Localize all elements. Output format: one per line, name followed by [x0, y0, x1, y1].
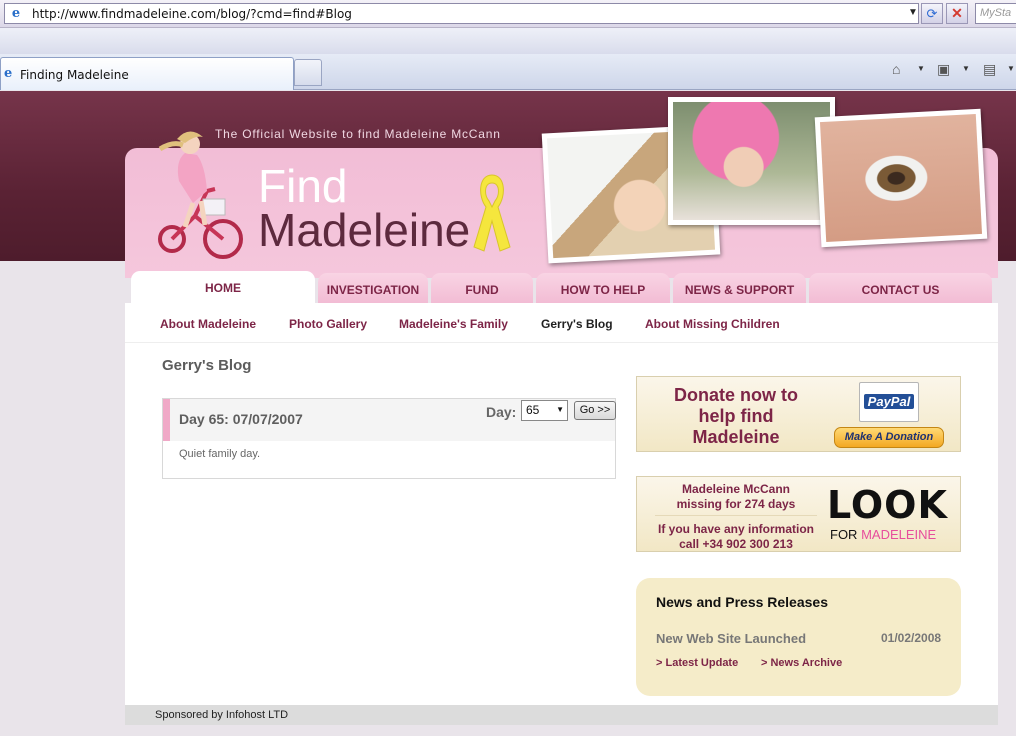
chevron-down-icon[interactable]: ▼	[962, 64, 970, 73]
look-sub-name: MADELEINE	[861, 527, 937, 542]
tab-title: Finding Madeleine	[20, 68, 129, 82]
day-label: Day:	[486, 404, 517, 420]
sub-nav-photo-gallery[interactable]: Photo Gallery	[289, 317, 367, 331]
missing-text: Madeleine McCann missing for 274 days	[651, 482, 821, 512]
make-donation-button[interactable]: Make A Donation	[834, 427, 944, 448]
print-icon[interactable]: ▤	[983, 61, 996, 78]
chevron-down-icon: ▼	[556, 405, 564, 414]
sub-nav-family[interactable]: Madeleine's Family	[399, 317, 508, 331]
news-title: News and Press Releases	[656, 594, 828, 610]
news-item[interactable]: New Web Site Launched	[656, 631, 806, 646]
chevron-down-icon[interactable]: ▼	[917, 64, 925, 73]
address-url[interactable]: http://www.findmadeleine.com/blog/?cmd=f…	[32, 7, 352, 21]
new-tab-button[interactable]	[294, 59, 322, 86]
look-logo-subtitle: FOR MADELEINE	[830, 527, 936, 542]
photo-madeleine-eye	[814, 108, 988, 248]
girl-on-bike-illustration	[158, 131, 243, 259]
news-panel: News and Press Releases New Web Site Lau…	[636, 578, 961, 696]
logo-find: Find	[258, 160, 348, 212]
tab-bar: e Finding Madeleine ⌂ ▼ ▣ ▼ ▤ ▼	[0, 54, 1016, 90]
chevron-down-icon[interactable]: ▼	[1007, 64, 1015, 73]
photo-madeleine-pink-hat	[668, 97, 835, 225]
tagline: The Official Website to find Madeleine M…	[215, 127, 501, 141]
sponsor-text: Sponsored by Infohost LTD	[155, 709, 289, 721]
day-select[interactable]: 65 ▼	[521, 400, 568, 421]
tab-investigation[interactable]: INVESTIGATION	[318, 273, 428, 303]
stop-button[interactable]: ✕	[946, 3, 968, 24]
paypal-logo: PayPal	[859, 382, 919, 422]
address-bar: e http://www.findmadeleine.com/blog/?cmd…	[0, 0, 1016, 28]
missing-line-2: missing for 274 days	[676, 497, 796, 511]
home-icon[interactable]: ⌂	[892, 61, 900, 77]
donate-line-1: Donate now to	[674, 385, 798, 405]
sub-nav-missing-children[interactable]: About Missing Children	[645, 317, 780, 331]
refresh-icon: ⟳	[926, 6, 938, 21]
look-for-madeleine-banner[interactable]: Madeleine McCann missing for 274 days If…	[636, 476, 961, 552]
sub-nav-gerrys-blog[interactable]: Gerry's Blog	[541, 317, 613, 331]
missing-line-1: Madeleine McCann	[681, 482, 791, 496]
info-line-2: call +34 902 300 213	[679, 537, 793, 551]
refresh-button[interactable]: ⟳	[921, 3, 943, 24]
main-nav: HOME INVESTIGATION FUND HOW TO HELP NEWS…	[125, 271, 998, 303]
tab-home[interactable]: HOME	[131, 271, 315, 303]
news-archive-link[interactable]: > News Archive	[761, 657, 842, 669]
sub-nav: About Madeleine Photo Gallery Madeleine'…	[125, 303, 998, 343]
blog-entry: Day 65: 07/07/2007 Day: 65 ▼ Go >> Quiet…	[162, 398, 616, 479]
go-button[interactable]: Go >>	[574, 401, 616, 420]
search-input[interactable]: MySta	[975, 3, 1016, 24]
divider	[655, 515, 817, 516]
logo-madeleine: Madeleine	[258, 204, 471, 256]
tab-fund[interactable]: FUND	[431, 273, 533, 303]
tab-how-to-help[interactable]: HOW TO HELP	[536, 273, 670, 303]
look-sub-for: FOR	[830, 527, 858, 542]
latest-update-link[interactable]: > Latest Update	[656, 657, 738, 669]
ie-page-icon: e	[11, 6, 21, 21]
info-line-1: If you have any information	[657, 522, 815, 536]
donate-banner[interactable]: Donate now to help find Madeleine PayPal…	[636, 376, 961, 452]
news-date: 01/02/2008	[881, 631, 942, 645]
look-logo: LOOK	[827, 483, 948, 527]
info-text: If you have any information call +34 902…	[651, 522, 821, 552]
yellow-ribbon-icon	[473, 174, 511, 252]
ie-tab-icon: e	[4, 66, 13, 81]
page-title: Gerry's Blog	[162, 357, 252, 374]
donate-line-2: help find	[698, 406, 774, 426]
address-field[interactable]: e http://www.findmadeleine.com/blog/?cmd…	[4, 3, 919, 24]
tab-news-support[interactable]: NEWS & SUPPORT	[673, 273, 806, 303]
day-select-value: 65	[526, 403, 540, 417]
footer: Sponsored by Infohost LTD	[125, 705, 998, 725]
close-icon: ✕	[951, 5, 963, 21]
toolbar-strip	[0, 28, 1016, 54]
blog-entry-text: Quiet family day.	[179, 448, 261, 460]
donate-text: Donate now to help find Madeleine	[657, 385, 815, 448]
feed-icon[interactable]: ▣	[937, 61, 950, 78]
main-content: Gerry's Blog Day 65: 07/07/2007 Day: 65 …	[125, 343, 998, 705]
tab-contact-us[interactable]: CONTACT US	[809, 273, 992, 303]
chevron-down-icon[interactable]: ▼	[908, 7, 918, 18]
donate-line-3: Madeleine	[692, 427, 780, 447]
web-page: The Official Website to find Madeleine M…	[0, 91, 1016, 736]
browser-tab-active[interactable]: e Finding Madeleine	[0, 57, 294, 90]
sub-nav-about-madeleine[interactable]: About Madeleine	[160, 317, 256, 331]
paypal-label: PayPal	[863, 394, 915, 409]
blog-entry-title: Day 65: 07/07/2007	[179, 411, 303, 427]
search-placeholder: MySta	[980, 7, 1012, 19]
blog-entry-header: Day 65: 07/07/2007 Day: 65 ▼ Go >>	[163, 399, 616, 441]
